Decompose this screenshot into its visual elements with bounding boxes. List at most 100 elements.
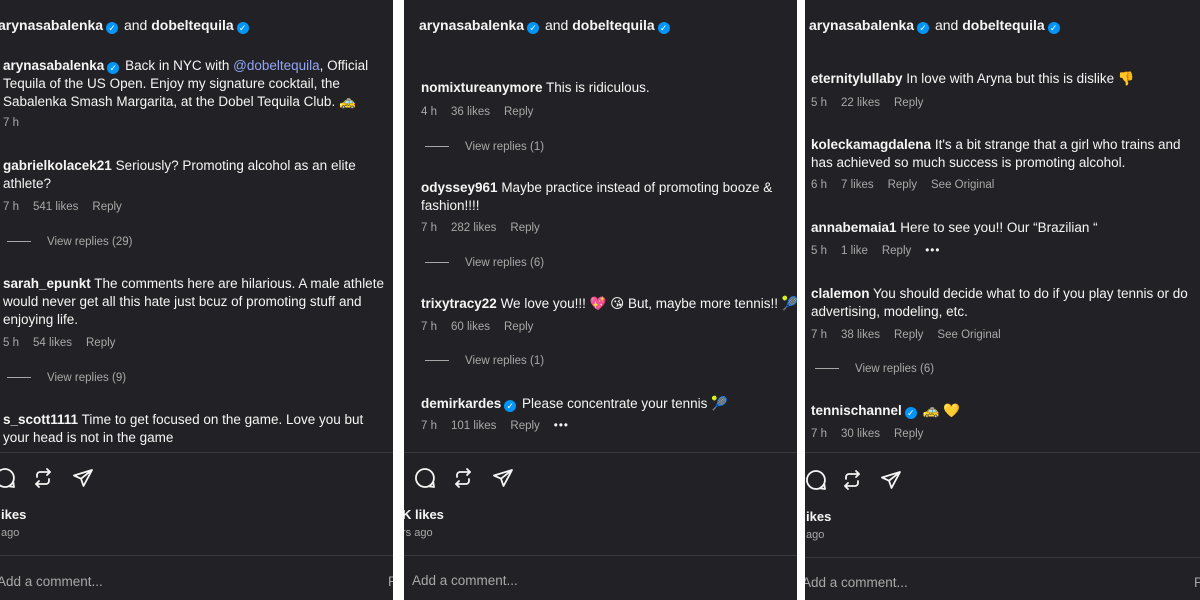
comment: eternitylullaby In love with Aryna but t…: [811, 71, 1135, 86]
comment-icon[interactable]: [805, 469, 827, 491]
likes-count[interactable]: 7 likes: [841, 179, 874, 191]
divider: [404, 555, 797, 556]
reply-button[interactable]: Reply: [894, 97, 923, 109]
more-options-icon[interactable]: •••: [925, 245, 940, 257]
reply-button[interactable]: Reply: [504, 321, 533, 333]
header-user1[interactable]: arynasabalenka: [809, 17, 914, 33]
comment-username[interactable]: annabemaia1: [811, 220, 897, 235]
likes-count[interactable]: 1 like: [841, 245, 868, 257]
comment: s_scott1111 Time to get focused on the g…: [3, 412, 364, 445]
likes-total[interactable]: ikes: [806, 509, 831, 524]
reply-button[interactable]: Reply: [92, 201, 121, 213]
caption-mention[interactable]: @dobeltequila: [233, 58, 320, 73]
see-original-button[interactable]: See Original: [937, 329, 1000, 341]
comment-username[interactable]: tennischannel: [811, 403, 902, 418]
comment-meta: 7 h 101 likes Reply •••: [421, 420, 569, 432]
comment: odyssey961 Maybe practice instead of pro…: [421, 180, 773, 213]
verified-icon: ✓: [657, 22, 670, 34]
reply-button[interactable]: Reply: [510, 420, 539, 432]
post-header: arynasabalenka ✓ and dobeltequila ✓: [419, 17, 672, 34]
comment: nomixtureanymore This is ridiculous.: [421, 80, 650, 95]
header-and: and: [123, 17, 148, 33]
reply-button[interactable]: Reply: [504, 106, 533, 118]
comment-username[interactable]: eternitylullaby: [811, 71, 903, 86]
comment-username[interactable]: demirkardes: [421, 396, 501, 411]
verified-icon: ✓: [904, 407, 917, 419]
add-comment-input[interactable]: Add a comment...: [805, 575, 908, 590]
add-comment-input[interactable]: Add a comment...: [0, 574, 103, 589]
comment-meta: 7 h 60 likes Reply: [421, 321, 534, 333]
comment-username[interactable]: trixytracy22: [421, 296, 497, 311]
view-replies-button[interactable]: View replies (1): [425, 355, 544, 367]
header-user2[interactable]: dobeltequila: [572, 17, 654, 33]
likes-total[interactable]: ikes: [1, 507, 26, 522]
header-user2[interactable]: dobeltequila: [151, 17, 233, 33]
view-replies-button[interactable]: View replies (6): [815, 363, 934, 375]
more-options-icon[interactable]: •••: [554, 420, 569, 432]
header-and: and: [934, 17, 959, 33]
comment-meta: 4 h 36 likes Reply: [421, 106, 534, 118]
comment: clalemon You should decide what to do if…: [811, 286, 1188, 319]
likes-count[interactable]: 60 likes: [451, 321, 490, 333]
comment-icon[interactable]: [414, 467, 436, 489]
header-user1[interactable]: arynasabalenka: [0, 17, 103, 33]
likes-count[interactable]: 282 likes: [451, 222, 496, 234]
add-comment-input[interactable]: Add a comment...: [412, 573, 518, 588]
panel-left: arynasabalenka ✓ and dobeltequila ✓ arynas…: [0, 0, 393, 600]
comment-meta: 7 h 541 likes Reply: [3, 201, 122, 213]
share-icon[interactable]: [492, 467, 514, 489]
comment-username[interactable]: gabrielkolacek21: [3, 158, 112, 173]
share-icon[interactable]: [72, 467, 94, 489]
likes-count[interactable]: 101 likes: [451, 420, 496, 432]
comment-username[interactable]: clalemon: [811, 286, 870, 301]
repost-icon[interactable]: [32, 467, 54, 489]
comment-username[interactable]: koleckamagdalena: [811, 137, 931, 152]
likes-count[interactable]: 22 likes: [841, 97, 880, 109]
reply-button[interactable]: Reply: [888, 179, 917, 191]
reply-button[interactable]: Reply: [882, 245, 911, 257]
comment-username[interactable]: sarah_epunkt: [3, 276, 91, 291]
header-and: and: [544, 17, 569, 33]
view-replies-button[interactable]: View replies (9): [7, 372, 126, 384]
divider: [0, 555, 393, 556]
likes-count[interactable]: 38 likes: [841, 329, 880, 341]
verified-icon: ✓: [107, 62, 120, 74]
comment-meta: 5 h 54 likes Reply: [3, 337, 116, 349]
post-button[interactable]: P: [388, 574, 393, 589]
comment-meta: 7 h 30 likes Reply: [811, 428, 924, 440]
likes-count[interactable]: 54 likes: [33, 337, 72, 349]
header-user2[interactable]: dobeltequila: [962, 17, 1044, 33]
see-original-button[interactable]: See Original: [931, 179, 994, 191]
post-button[interactable]: P: [1194, 575, 1200, 590]
comment-username[interactable]: odyssey961: [421, 180, 498, 195]
view-replies-button[interactable]: View replies (1): [425, 141, 544, 153]
comment-username[interactable]: s_scott1111: [3, 412, 78, 427]
reply-button[interactable]: Reply: [894, 329, 923, 341]
comment-username[interactable]: nomixtureanymore: [421, 80, 543, 95]
verified-icon: ✓: [1047, 22, 1060, 34]
post-age: ago: [1, 527, 20, 539]
reply-button[interactable]: Reply: [894, 428, 923, 440]
comment: tennischannel ✓ 🚕 💛: [811, 403, 960, 419]
likes-count[interactable]: 36 likes: [451, 106, 490, 118]
header-user1[interactable]: arynasabalenka: [419, 17, 524, 33]
view-replies-button[interactable]: View replies (6): [425, 257, 544, 269]
likes-count[interactable]: 30 likes: [841, 428, 880, 440]
comment-icon[interactable]: [0, 467, 16, 489]
reply-button[interactable]: Reply: [86, 337, 115, 349]
reply-button[interactable]: Reply: [510, 222, 539, 234]
likes-count[interactable]: 541 likes: [33, 201, 78, 213]
share-icon[interactable]: [880, 469, 902, 491]
likes-total[interactable]: K likes: [404, 507, 444, 522]
comment: trixytracy22 We love you!!! 💖 😘 But, may…: [421, 296, 797, 311]
repost-icon[interactable]: [452, 467, 474, 489]
repost-icon[interactable]: [841, 469, 863, 491]
post-header: arynasabalenka ✓ and dobeltequila ✓: [809, 17, 1062, 34]
divider: [805, 452, 1200, 453]
verified-icon: ✓: [917, 22, 930, 34]
caption-username[interactable]: arynasabalenka: [3, 58, 104, 73]
view-replies-button[interactable]: View replies (29): [7, 236, 132, 248]
comment-meta: 7 h 38 likes Reply See Original: [811, 329, 1001, 341]
verified-icon: ✓: [527, 22, 540, 34]
comment-meta: 5 h 22 likes Reply: [811, 97, 924, 109]
